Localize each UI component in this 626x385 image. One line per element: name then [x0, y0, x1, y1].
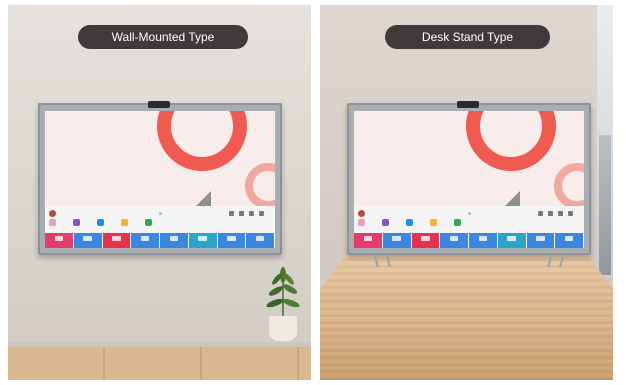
app-tile[interactable] — [160, 233, 188, 248]
app-icon[interactable] — [382, 219, 389, 226]
desk-stand-panel: Desk Stand Type — [320, 5, 613, 380]
home-launcher — [354, 206, 584, 248]
tile-row — [354, 233, 584, 248]
page-indicator — [159, 212, 162, 215]
app-icon[interactable] — [430, 219, 437, 226]
app-tile[interactable] — [246, 233, 274, 248]
app-tile[interactable] — [469, 233, 497, 248]
app-tile[interactable] — [217, 233, 246, 248]
app-tile[interactable] — [526, 233, 555, 248]
wallpaper-arc — [466, 111, 556, 171]
avatar[interactable] — [358, 210, 365, 217]
notification-icon[interactable] — [249, 211, 254, 216]
app-tile[interactable] — [440, 233, 468, 248]
settings-icon[interactable] — [538, 211, 543, 216]
app-icon[interactable] — [406, 219, 413, 226]
wallpaper-ring — [554, 163, 584, 209]
wall-mounted-label: Wall-Mounted Type — [78, 25, 248, 49]
launcher-topbar — [49, 209, 271, 219]
camera-icon — [148, 101, 170, 108]
app-tile[interactable] — [73, 233, 102, 248]
wood-floor — [8, 347, 311, 380]
app-tile[interactable] — [411, 233, 440, 248]
app-tile[interactable] — [102, 233, 131, 248]
app-icon[interactable] — [49, 219, 56, 226]
app-tile[interactable] — [45, 233, 73, 248]
tv-screen — [45, 111, 275, 248]
potted-plant-icon — [266, 267, 300, 319]
desk-stand-label: Desk Stand Type — [385, 25, 550, 49]
app-row — [45, 219, 275, 233]
app-icon[interactable] — [145, 219, 152, 226]
search-icon[interactable] — [239, 211, 244, 216]
plant-pot — [269, 316, 297, 341]
wooden-table — [320, 250, 613, 380]
camera-icon — [457, 101, 479, 108]
menu-icon[interactable] — [259, 211, 264, 216]
home-launcher — [45, 206, 275, 248]
app-tile[interactable] — [555, 233, 583, 248]
app-row — [354, 219, 584, 233]
app-tile[interactable] — [131, 233, 159, 248]
app-icon[interactable] — [358, 219, 365, 226]
page-indicator — [468, 212, 471, 215]
notification-icon[interactable] — [558, 211, 563, 216]
window — [597, 5, 613, 275]
search-icon[interactable] — [548, 211, 553, 216]
tile-row — [45, 233, 275, 248]
desk-stand-tv — [347, 101, 591, 267]
launcher-topbar — [358, 209, 580, 219]
tv-screen — [354, 111, 584, 248]
app-icon[interactable] — [97, 219, 104, 226]
app-tile[interactable] — [188, 233, 217, 248]
wallpaper-ring — [245, 163, 275, 209]
wall-mounted-tv — [38, 101, 282, 255]
wallpaper-arc — [157, 111, 247, 171]
app-icon[interactable] — [454, 219, 461, 226]
settings-icon[interactable] — [229, 211, 234, 216]
menu-icon[interactable] — [568, 211, 573, 216]
app-tile[interactable] — [497, 233, 526, 248]
avatar[interactable] — [49, 210, 56, 217]
app-icon[interactable] — [121, 219, 128, 226]
wall-mounted-panel: Wall-Mounted Type — [8, 5, 311, 380]
app-tile[interactable] — [382, 233, 411, 248]
app-tile[interactable] — [354, 233, 382, 248]
app-icon[interactable] — [73, 219, 80, 226]
